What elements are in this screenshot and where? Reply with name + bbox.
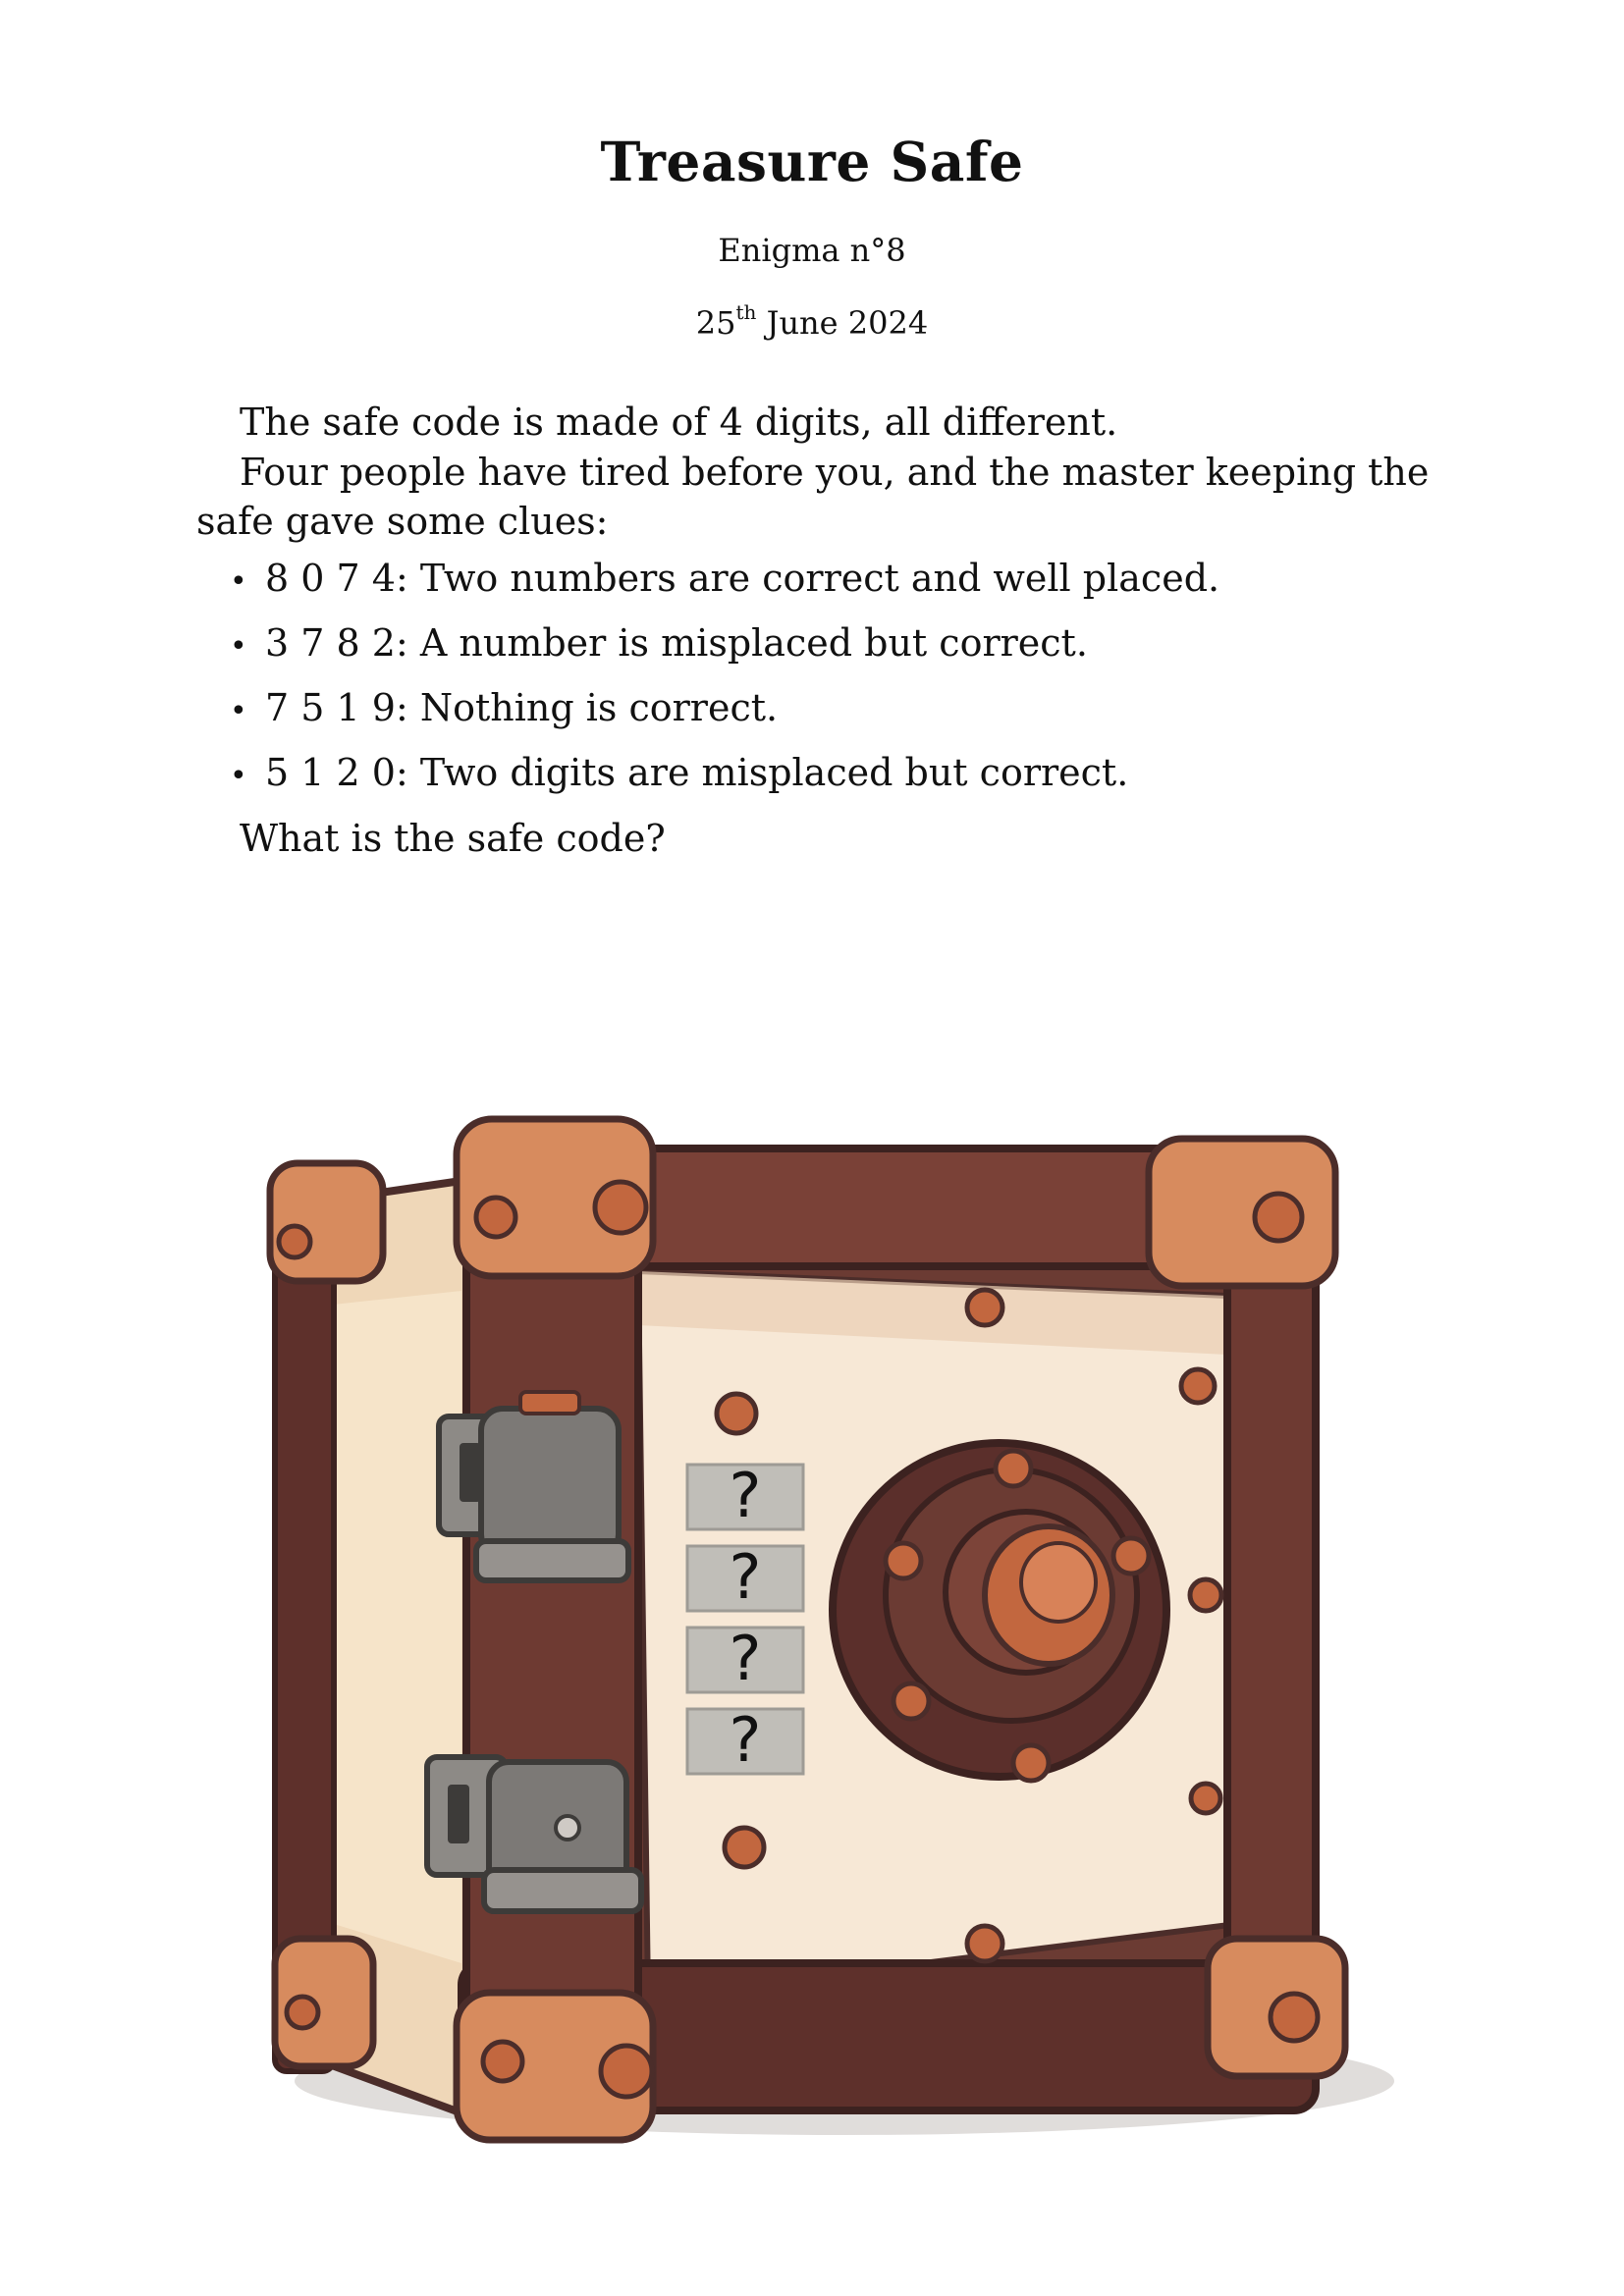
date: 25th June 2024 [0, 300, 1624, 342]
rivet [1188, 1781, 1223, 1816]
code-slot-digit: ? [730, 1623, 762, 1694]
rivet [480, 2039, 525, 2084]
clue-text: Two numbers are correct and well placed. [419, 557, 1220, 600]
combination-dial [829, 1439, 1170, 1784]
rivet [1187, 1576, 1224, 1614]
clue-code: 7 5 1 9: [265, 686, 408, 729]
clue-item: • 8 0 7 4: Two numbers are correct and we… [230, 552, 1219, 616]
clue-text: A number is misplaced but correct. [419, 621, 1088, 665]
clue-item: • 7 5 1 9: Nothing is correct. [230, 681, 1219, 746]
bullet: • [230, 564, 247, 599]
clue-item: • 5 1 2 0: Two digits are misplaced but c… [230, 746, 1219, 811]
corner-cap [266, 1159, 387, 1285]
clue-list: • 8 0 7 4: Two numbers are correct and we… [230, 552, 1219, 811]
rivet [284, 1994, 321, 2031]
code-slot-digit: ? [730, 1704, 762, 1776]
bullet: • [230, 694, 247, 728]
page-title: Treasure Safe [600, 130, 1024, 193]
code-slot-digit: ? [730, 1460, 762, 1531]
bullet: • [230, 629, 247, 664]
rivet [1252, 1191, 1305, 1244]
corner-cap [1145, 1135, 1339, 1290]
rivet [964, 1923, 1005, 1964]
clue-text: Nothing is correct. [419, 686, 779, 729]
clue-item: • 3 7 8 2: A number is misplaced but corr… [230, 616, 1219, 681]
intro-line-2: Four people have tired before you, and t… [196, 451, 1430, 543]
intro-line-1: The safe code is made of 4 digits, all d… [240, 400, 1118, 444]
safe-illustration: ? ? ? ? [266, 1115, 1394, 2144]
rivet [722, 1825, 767, 1870]
rivet [714, 1391, 759, 1436]
date-day: 25 [695, 304, 736, 342]
rivet [1178, 1366, 1218, 1406]
question-text: What is the safe code? [240, 817, 666, 860]
date-suffix: th [735, 300, 757, 324]
safe-front-pillar [462, 1164, 642, 2134]
rivet [598, 2043, 655, 2100]
date-rest: June 2024 [756, 304, 929, 342]
clue-code: 8 0 7 4: [265, 557, 408, 600]
rivet [592, 1179, 649, 1236]
clue-text: Two digits are misplaced but correct. [419, 751, 1129, 794]
enigma-number: Enigma n°8 [718, 232, 906, 269]
code-slot-digit: ? [730, 1541, 762, 1613]
rivet [276, 1223, 313, 1260]
bullet: • [230, 759, 247, 793]
rivet [1268, 1991, 1321, 2044]
rivet [964, 1287, 1005, 1328]
rivet [473, 1195, 518, 1240]
clue-code: 3 7 8 2: [265, 621, 408, 665]
clue-code: 5 1 2 0: [265, 751, 408, 794]
